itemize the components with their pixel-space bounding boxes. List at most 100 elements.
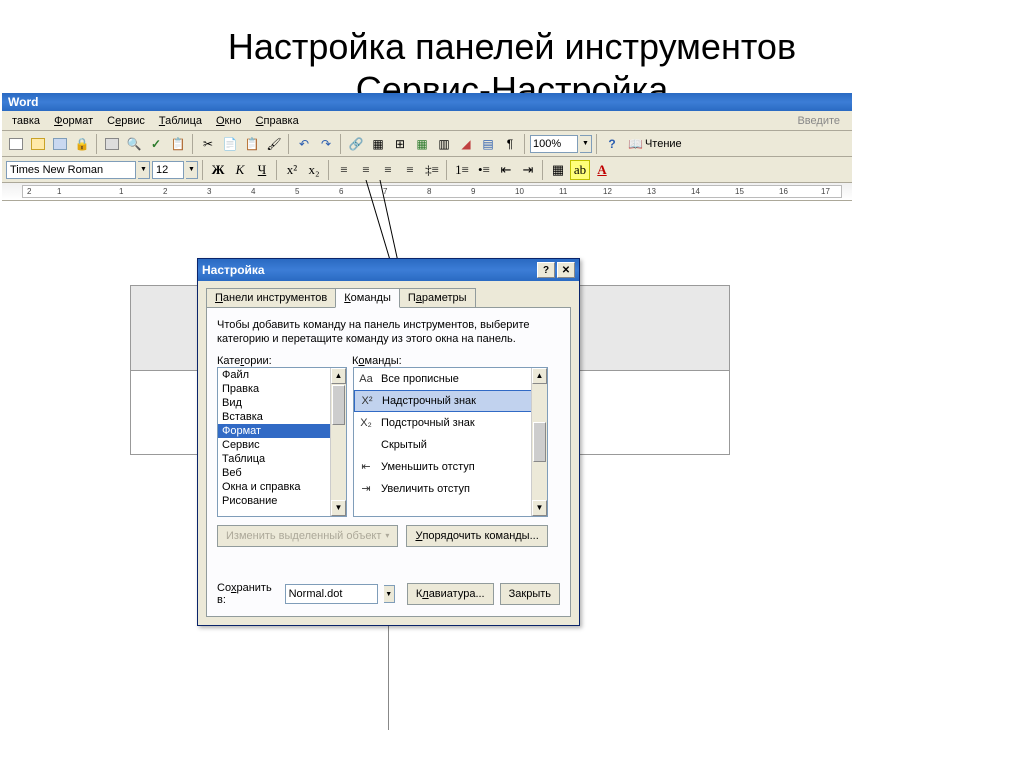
rearrange-commands-button[interactable]: Упорядочить команды... [406,525,547,547]
commands-listbox[interactable]: АаВсе прописныеX²Надстрочный знакX₂Подст… [353,367,548,517]
type-a-question[interactable]: Введите [791,113,848,129]
ruler[interactable]: 2 1 1 2 3 4 5 6 7 8 9 10 11 12 13 14 15 … [2,183,852,201]
help-button[interactable]: ? [602,134,622,154]
redo-button[interactable]: ↷ [316,134,336,154]
save-in-combo[interactable]: Normal.dot [285,584,378,604]
scroll-thumb[interactable] [332,385,345,425]
close-icon[interactable]: ✕ [557,262,575,278]
print-button[interactable] [102,134,122,154]
keyboard-button[interactable]: Клавиатура... [407,583,494,605]
commands-scrollbar[interactable]: ▲ ▼ [531,368,547,516]
bullets-button[interactable]: •≡ [474,160,494,180]
scroll-down-button[interactable]: ▼ [331,500,346,516]
menu-service[interactable]: Сервис [101,113,151,129]
excel-button[interactable]: ▦ [412,134,432,154]
hint-text: Чтобы добавить команду на панель инструм… [217,318,560,347]
scroll-down-button[interactable]: ▼ [532,500,547,516]
italic-button[interactable]: К [230,160,250,180]
command-item[interactable]: X²Надстрочный знак [354,390,547,412]
columns-button[interactable]: ▥ [434,134,454,154]
highlight-button[interactable]: ab [570,160,590,180]
scroll-up-button[interactable]: ▲ [532,368,547,384]
line-spacing-button[interactable]: ‡≡ [422,160,442,180]
tables-borders-button[interactable]: ▦ [368,134,388,154]
hyperlink-button[interactable]: 🔗 [346,134,366,154]
drawing-button[interactable]: ◢ [456,134,476,154]
menu-vstavka[interactable]: тавка [6,113,46,129]
paste-button[interactable]: 📋 [242,134,262,154]
menu-bar[interactable]: тавка Формат Сервис Таблица Окно Справка… [2,111,852,131]
category-item[interactable]: Рисование [218,494,346,508]
font-color-button[interactable]: А [592,160,612,180]
numbering-button[interactable]: 1≡ [452,160,472,180]
categories-scrollbar[interactable]: ▲ ▼ [330,368,346,516]
font-name-combo[interactable]: Times New Roman [6,161,136,179]
align-right-button[interactable]: ≡ [378,160,398,180]
underline-button[interactable]: Ч [252,160,272,180]
zoom-combo[interactable]: 100% [530,135,578,153]
command-item[interactable]: ⇤Уменьшить отступ [354,456,547,478]
command-item[interactable]: ⇥Увеличить отступ [354,478,547,500]
category-item[interactable]: Файл [218,368,346,382]
command-icon [357,437,375,453]
slide-title-line1: Настройка панелей инструментов [0,25,1024,68]
show-marks-button[interactable]: ¶ [500,134,520,154]
category-item[interactable]: Веб [218,466,346,480]
command-icon: Аа [357,371,375,387]
print-preview-button[interactable]: 🔍 [124,134,144,154]
justify-button[interactable]: ≡ [400,160,420,180]
open-button[interactable] [28,134,48,154]
menu-help[interactable]: Справка [250,113,305,129]
zoom-dropdown-arrow[interactable]: ▼ [580,135,592,153]
format-painter-button[interactable]: 🖌 [264,134,284,154]
tab-toolbars[interactable]: Панели инструментов [206,288,336,308]
superscript-button[interactable]: x² [282,160,302,180]
category-item[interactable]: Окна и справка [218,480,346,494]
help-icon[interactable]: ? [537,262,555,278]
dialog-titlebar[interactable]: Настройка ? ✕ [198,259,579,281]
permission-button[interactable]: 🔒 [72,134,92,154]
tab-commands[interactable]: Команды [335,288,400,308]
save-button[interactable] [50,134,70,154]
new-doc-button[interactable] [6,134,26,154]
category-item[interactable]: Правка [218,382,346,396]
undo-button[interactable]: ↶ [294,134,314,154]
categories-listbox[interactable]: ФайлПравкаВидВставкаФорматСервисТаблицаВ… [217,367,347,517]
font-name-arrow[interactable]: ▼ [138,161,150,179]
insert-table-button[interactable]: ⊞ [390,134,410,154]
command-item[interactable]: X₂Подстрочный знак [354,412,547,434]
spellcheck-button[interactable]: ✓ [146,134,166,154]
category-item[interactable]: Таблица [218,452,346,466]
menu-table[interactable]: Таблица [153,113,208,129]
customize-dialog: Настройка ? ✕ Панели инструментов Команд… [197,258,580,626]
font-size-arrow[interactable]: ▼ [186,161,198,179]
bold-button[interactable]: Ж [208,160,228,180]
font-size-combo[interactable]: 12 [152,161,184,179]
docmap-button[interactable]: ▤ [478,134,498,154]
close-button[interactable]: Закрыть [500,583,560,605]
align-left-button[interactable]: ≡ [334,160,354,180]
decrease-indent-button[interactable]: ⇤ [496,160,516,180]
vertical-divider [388,610,389,730]
borders-button[interactable]: ▦ [548,160,568,180]
command-item[interactable]: Скрытый [354,434,547,456]
scroll-up-button[interactable]: ▲ [331,368,346,384]
standard-toolbar: 🔒 🔍 ✓ 📋 ✂ 📄 📋 🖌 ↶ ↷ 🔗 ▦ ⊞ ▦ ▥ ◢ ▤ ¶ 100%… [2,131,852,157]
research-button[interactable]: 📋 [168,134,188,154]
scroll-thumb[interactable] [533,422,546,462]
reading-layout-button[interactable]: 📖Чтение [624,134,686,154]
category-item[interactable]: Сервис [218,438,346,452]
tab-options[interactable]: Параметры [399,288,476,308]
subscript-button[interactable]: x₂ [304,160,324,180]
cut-button[interactable]: ✂ [198,134,218,154]
menu-window[interactable]: Окно [210,113,248,129]
save-in-arrow[interactable]: ▼ [384,585,395,603]
menu-format[interactable]: Формат [48,113,99,129]
category-item[interactable]: Формат [218,424,346,438]
increase-indent-button[interactable]: ⇥ [518,160,538,180]
align-center-button[interactable]: ≡ [356,160,376,180]
category-item[interactable]: Вставка [218,410,346,424]
category-item[interactable]: Вид [218,396,346,410]
copy-button[interactable]: 📄 [220,134,240,154]
command-item[interactable]: АаВсе прописные [354,368,547,390]
